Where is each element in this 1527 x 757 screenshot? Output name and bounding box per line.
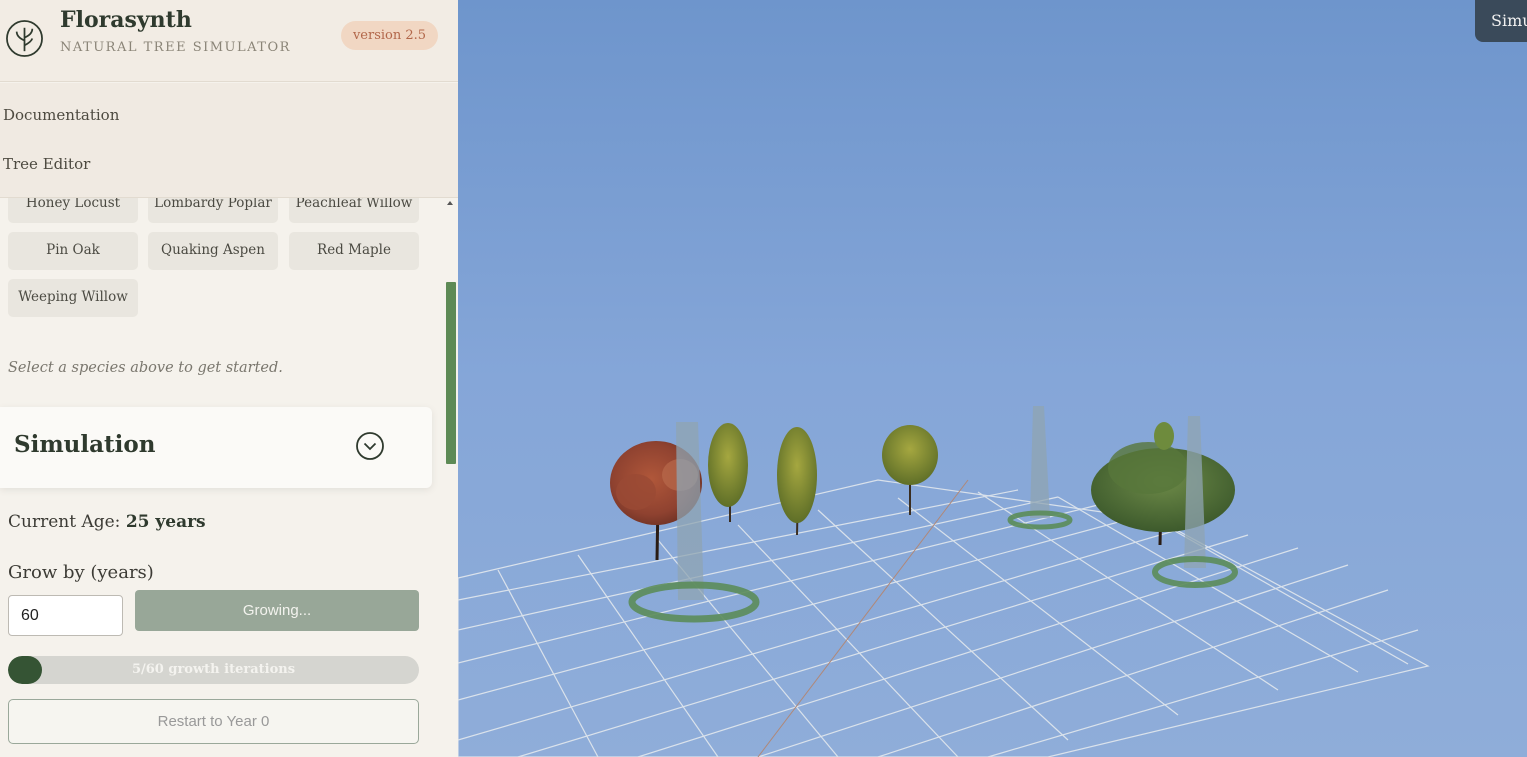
scroll-up-arrow-icon[interactable]	[447, 201, 453, 205]
tree-scene[interactable]	[458, 0, 1527, 757]
3d-viewport[interactable]: Simu	[458, 0, 1527, 757]
nav-menu: Documentation Tree Editor	[0, 83, 458, 198]
nav-link-documentation[interactable]: Documentation	[3, 106, 119, 124]
current-age-label: Current Age:	[8, 512, 121, 532]
species-button-honey-locust[interactable]: Honey Locust	[8, 198, 138, 223]
current-age-value: 25 years	[125, 512, 206, 532]
grow-by-label: Grow by (years)	[8, 562, 154, 583]
simulation-section-header[interactable]: Simulation	[0, 407, 432, 488]
app-title: Florasynth	[60, 7, 192, 33]
sidebar: Florasynth NATURAL TREE SIMULATOR versio…	[0, 0, 458, 757]
app-subtitle: NATURAL TREE SIMULATOR	[60, 40, 291, 55]
scrollbar-thumb[interactable]	[446, 282, 456, 464]
current-age: Current Age: 25 years	[8, 512, 206, 532]
grow-years-input[interactable]	[8, 595, 123, 636]
species-button-peachleaf-willow[interactable]: Peachleaf Willow	[289, 198, 419, 223]
sidebar-scrollbar[interactable]	[445, 198, 458, 757]
sidebar-scroll-area: Honey Locust Lombardy Poplar Peachleaf W…	[0, 198, 458, 757]
version-badge: version 2.5	[341, 21, 438, 50]
species-button-quaking-aspen[interactable]: Quaking Aspen	[148, 232, 278, 270]
species-button-weeping-willow[interactable]: Weeping Willow	[8, 279, 138, 317]
species-button-red-maple[interactable]: Red Maple	[289, 232, 419, 270]
growth-progress-bar: 5/60 growth iterations	[8, 656, 419, 684]
nav-link-tree-editor[interactable]: Tree Editor	[3, 155, 90, 173]
grow-button[interactable]: Growing...	[135, 590, 419, 631]
restart-button[interactable]: Restart to Year 0	[8, 699, 419, 744]
app-header: Florasynth NATURAL TREE SIMULATOR versio…	[0, 0, 458, 82]
simulation-title: Simulation	[14, 431, 156, 458]
tree-logo-icon	[6, 20, 43, 57]
simulation-tab[interactable]: Simu	[1475, 0, 1527, 42]
species-hint: Select a species above to get started.	[8, 360, 283, 376]
species-button-pin-oak[interactable]: Pin Oak	[8, 232, 138, 270]
chevron-down-circle-icon[interactable]	[355, 431, 385, 461]
species-button-lombardy-poplar[interactable]: Lombardy Poplar	[148, 198, 278, 223]
growth-progress-text: 5/60 growth iterations	[131, 662, 296, 677]
